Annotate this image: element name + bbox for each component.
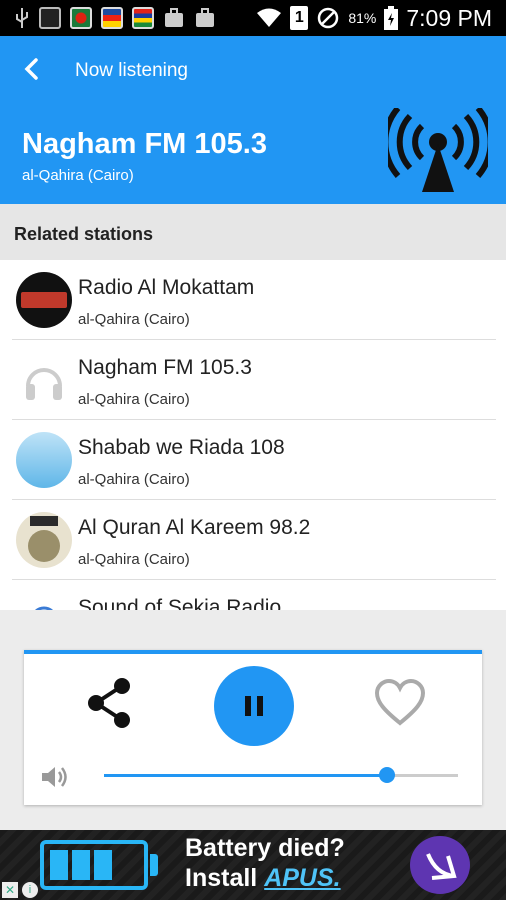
station-city: al-Qahira (Cairo) [78, 471, 190, 488]
list-item[interactable]: Nagham FM 105.3 al-Qahira (Cairo) [12, 340, 496, 420]
briefcase-icon [165, 8, 183, 27]
volume-slider-thumb[interactable] [379, 767, 395, 783]
image-icon [39, 7, 61, 29]
status-bar: 1 81% 7:09 PM [0, 0, 506, 36]
flag-icon [132, 7, 154, 29]
related-stations-list[interactable]: Radio Al Mokattam al-Qahira (Cairo) Nagh… [0, 260, 506, 610]
volume-slider-fill [104, 774, 387, 777]
list-item[interactable]: Al Quran Al Kareem 98.2 al-Qahira (Cairo… [12, 500, 496, 580]
station-name: Al Quran Al Kareem 98.2 [78, 516, 311, 539]
battery-percent: 81% [348, 10, 377, 26]
ad-headline: Battery died? [185, 834, 345, 862]
ad-info-icon[interactable]: i [22, 882, 38, 898]
ad-banner[interactable]: Battery died? Install APUS. ✕ i [0, 830, 506, 900]
ad-subline-prefix: Install [185, 864, 265, 892]
sekia-logo [16, 592, 72, 610]
volume-slider[interactable] [104, 767, 458, 783]
wifi-icon [257, 8, 282, 27]
station-city: al-Qahira (Cairo) [78, 391, 190, 408]
radio-tower-icon [388, 108, 488, 192]
related-stations-header: Related stations [0, 204, 506, 260]
share-icon[interactable] [84, 676, 134, 730]
player-card [24, 650, 482, 805]
system-indicators: 1 81% 7:09 PM [256, 5, 506, 32]
pause-button[interactable] [214, 666, 294, 746]
heart-icon[interactable] [374, 678, 426, 728]
apus-logo [410, 836, 470, 894]
ad-subline: Install APUS. [185, 864, 341, 893]
notification-icons [0, 7, 216, 29]
usb-icon [16, 8, 28, 28]
station-city: al-Qahira (Cairo) [78, 551, 190, 568]
clock: 7:09 PM [406, 4, 492, 31]
station-title: Nagham FM 105.3 [22, 128, 267, 160]
now-playing-header: Now listening Nagham FM 105.3 al-Qahira … [0, 36, 506, 204]
station-city: al-Qahira (Cairo) [78, 311, 190, 328]
section-title: Related stations [14, 224, 154, 244]
shabab-logo [16, 432, 72, 488]
list-item[interactable]: Radio Al Mokattam al-Qahira (Cairo) [12, 260, 496, 340]
sim-icon: 1 [290, 6, 309, 30]
headphones-icon [16, 352, 72, 408]
battery-graphic-cap [150, 854, 158, 876]
station-name: Nagham FM 105.3 [78, 356, 252, 379]
station-name: Sound of Sekia Radio [78, 596, 282, 610]
volume-icon [42, 767, 67, 787]
ad-brand: APUS. [264, 864, 341, 892]
player-area [0, 610, 506, 830]
list-item[interactable]: Shabab we Riada 108 al-Qahira (Cairo) [12, 420, 496, 500]
mokattam-logo [16, 272, 72, 328]
back-arrow-icon[interactable] [18, 54, 48, 84]
flag-icon [70, 7, 92, 29]
do-not-disturb-icon [318, 7, 339, 29]
battery-graphic [40, 840, 148, 890]
battery-icon [384, 6, 399, 30]
ad-close-icon[interactable]: ✕ [2, 882, 18, 898]
quran-logo [16, 512, 72, 568]
pause-icon [245, 696, 263, 716]
station-name: Radio Al Mokattam [78, 276, 255, 299]
briefcase-icon [196, 8, 214, 27]
station-name: Shabab we Riada 108 [78, 436, 285, 459]
station-city: al-Qahira (Cairo) [22, 167, 134, 184]
nav-title: Now listening [75, 60, 188, 81]
list-item[interactable]: Sound of Sekia Radio [12, 580, 496, 610]
flag-icon [101, 7, 123, 29]
